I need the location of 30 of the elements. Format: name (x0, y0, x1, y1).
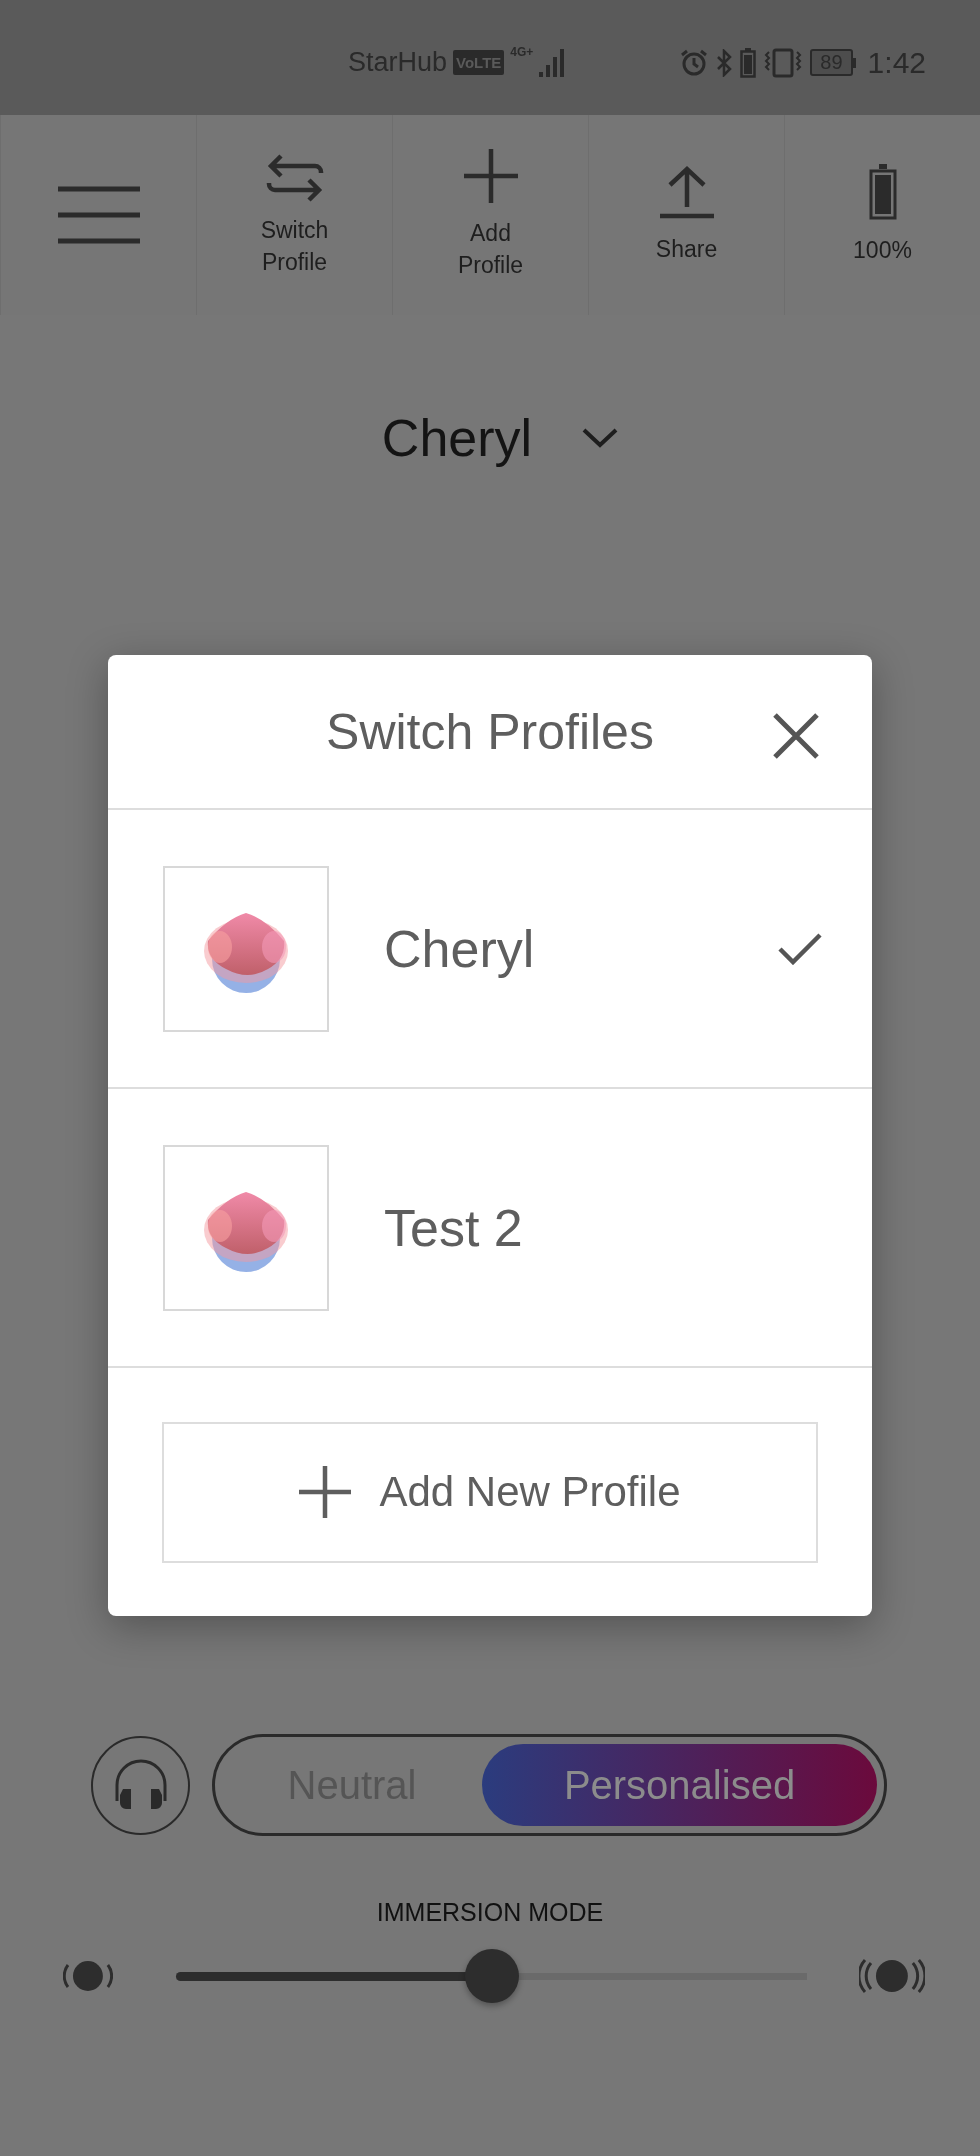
signal-icon (539, 47, 566, 78)
mode-option[interactable]: Personalised (482, 1744, 877, 1826)
alarm-icon (680, 48, 709, 77)
battery-icon (868, 164, 897, 220)
toolbar-button[interactable]: Share (655, 233, 718, 265)
immersion-label: IMMERSION MODE (376, 1898, 604, 1926)
upload-icon (659, 165, 714, 219)
battery-icon (740, 47, 757, 78)
headphones-button[interactable] (91, 1735, 190, 1835)
bluetooth-icon (716, 48, 733, 77)
profile-name: Cheryl (384, 918, 536, 979)
add-profile-button[interactable]: Add New Profile (162, 1421, 818, 1563)
toolbar-button[interactable]: Switch Profile (239, 214, 350, 278)
profile-row[interactable]: Test 2 (108, 1089, 872, 1368)
speaker-high-icon (859, 1957, 925, 1995)
plus-icon (463, 149, 518, 203)
swap-arrows-icon (264, 152, 325, 204)
speaker-low-icon (63, 1959, 113, 1993)
plus-icon (299, 1466, 352, 1518)
close-icon (772, 712, 820, 760)
menu-icon[interactable] (57, 186, 140, 244)
slider-thumb[interactable] (464, 1949, 519, 2003)
vibrate-icon (764, 47, 803, 78)
toolbar-button[interactable]: 100% (853, 234, 912, 266)
toolbar-button[interactable]: Add Profile (435, 217, 546, 281)
dialog-title: Switch Profiles (326, 702, 654, 761)
profile-name[interactable]: Cheryl (381, 407, 533, 468)
profile-row[interactable]: Cheryl (108, 810, 872, 1089)
profile-name: Test 2 (384, 1197, 524, 1258)
chevron-down-icon[interactable] (582, 427, 619, 448)
